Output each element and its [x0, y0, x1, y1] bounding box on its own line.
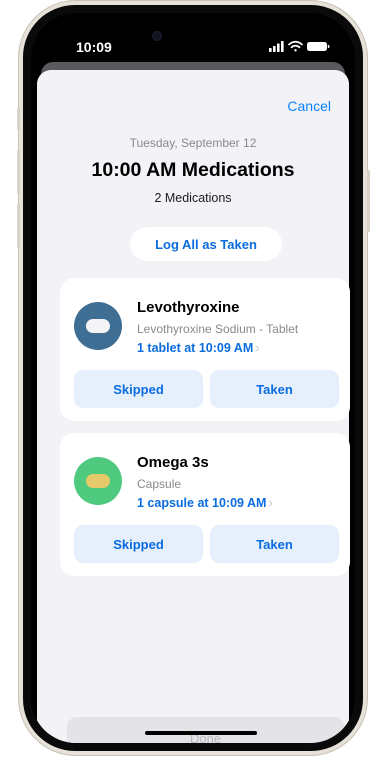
dose-log-text: 1 capsule at 10:09 AM — [137, 496, 267, 510]
status-time: 10:09 — [76, 39, 112, 55]
pill-shape — [86, 474, 110, 488]
cancel-button[interactable]: Cancel — [287, 98, 331, 114]
medication-detail: Capsule — [137, 477, 182, 491]
capsule-icon — [74, 457, 122, 505]
done-button[interactable]: Done — [67, 717, 344, 743]
schedule-date: Tuesday, September 12 — [129, 136, 257, 150]
page-title: 10:00 AM Medications — [91, 159, 295, 181]
front-camera — [152, 31, 162, 41]
chevron-right-icon: › — [255, 341, 260, 355]
taken-button[interactable]: Taken — [210, 370, 339, 408]
phone-screen: 10:09 Cancel Tuesday, September 12 10:00… — [31, 13, 355, 743]
battery-icon — [307, 42, 330, 51]
medication-detail: Levothyroxine Sodium - Tablet — [137, 322, 299, 336]
taken-button[interactable]: Taken — [210, 525, 339, 563]
home-indicator[interactable] — [145, 731, 257, 735]
medication-count: 2 Medications — [154, 191, 232, 205]
skipped-button[interactable]: Skipped — [74, 370, 203, 408]
volume-up-button — [17, 150, 20, 194]
log-all-as-taken-button[interactable]: Log All as Taken — [130, 227, 282, 261]
skipped-button[interactable]: Skipped — [74, 525, 203, 563]
medication-card: Levothyroxine Levothyroxine Sodium - Tab… — [60, 278, 350, 421]
dose-log-link[interactable]: 1 capsule at 10:09 AM › — [137, 496, 273, 510]
pill-shape — [86, 319, 110, 333]
mute-switch — [17, 108, 20, 130]
medication-name: Levothyroxine — [137, 299, 240, 316]
dose-log-text: 1 tablet at 10:09 AM — [137, 341, 254, 355]
medication-name: Omega 3s — [137, 454, 209, 471]
tablet-icon — [74, 302, 122, 350]
signal-icon — [269, 41, 284, 52]
medication-card: Omega 3s Capsule 1 capsule at 10:09 AM › … — [60, 433, 350, 576]
power-button — [367, 170, 370, 232]
status-icons — [269, 40, 330, 52]
wifi-icon — [288, 40, 303, 52]
volume-down-button — [17, 204, 20, 248]
dose-log-link[interactable]: 1 tablet at 10:09 AM › — [137, 341, 259, 355]
chevron-right-icon: › — [268, 496, 273, 510]
medication-sheet: Cancel Tuesday, September 12 10:00 AM Me… — [37, 70, 350, 743]
